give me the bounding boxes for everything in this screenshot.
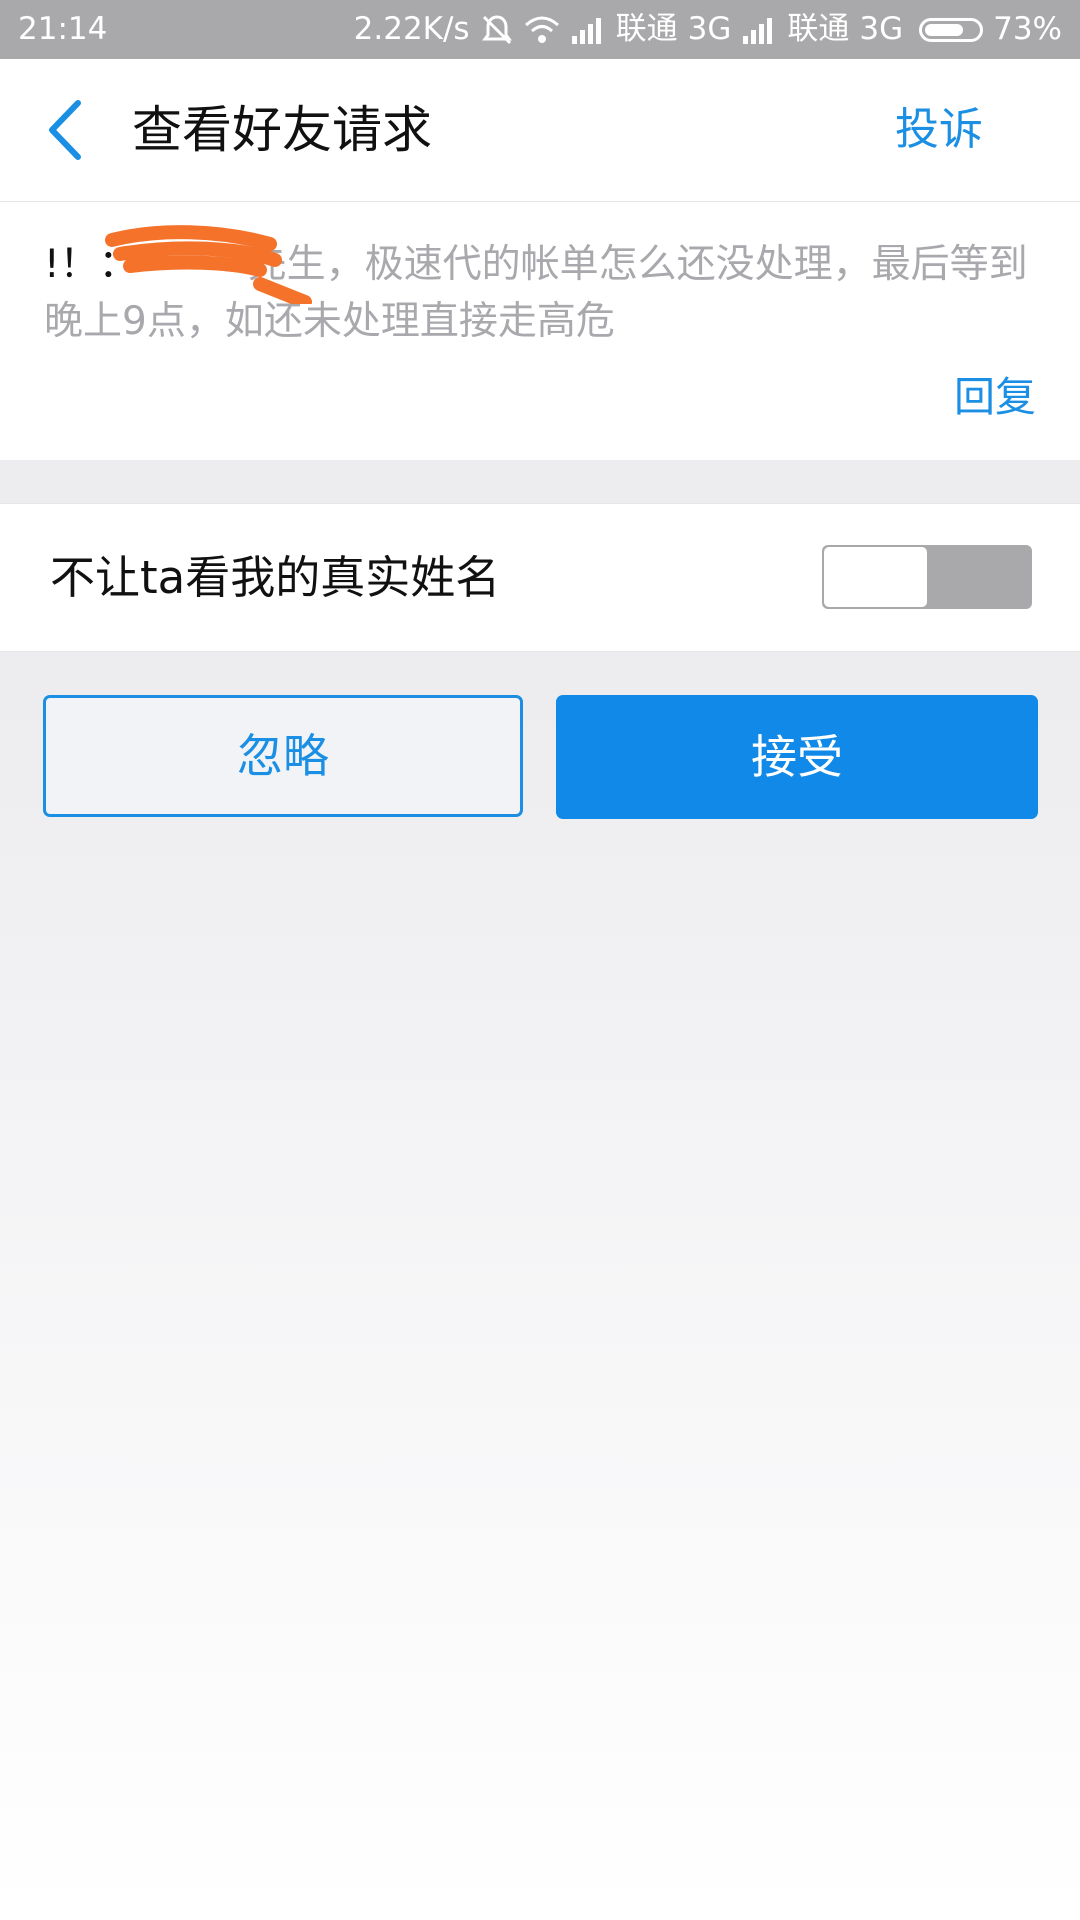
chevron-left-icon bbox=[49, 100, 81, 160]
network-type-1: 3G bbox=[687, 11, 732, 47]
battery-percent: 73% bbox=[993, 11, 1062, 47]
request-message: !！： 先生，极速代的帐单怎么还没处理，最后等到晚上9点，如还未处理直接走高危 bbox=[44, 236, 1034, 350]
back-button[interactable] bbox=[40, 97, 90, 163]
reply-button[interactable]: 回复 bbox=[954, 368, 1036, 426]
alarm-off-icon bbox=[480, 13, 514, 47]
signal-icon bbox=[570, 16, 606, 44]
toggle-knob bbox=[824, 547, 927, 607]
carrier-1: 联通 bbox=[615, 11, 678, 47]
hide-real-name-label: 不让ta看我的真实姓名 bbox=[50, 551, 501, 604]
status-right-group: 2.22K/s 联通 3G 联通 3G 73% bbox=[354, 0, 1062, 59]
signal-icon bbox=[741, 16, 777, 44]
complain-button[interactable]: 投诉 bbox=[895, 99, 983, 161]
request-message-card: !！： 先生，极速代的帐单怎么还没处理，最后等到晚上9点，如还未处理直接走高危 回… bbox=[0, 202, 1080, 460]
status-time: 21:14 bbox=[18, 11, 108, 47]
sender-prefix: !！： bbox=[44, 242, 138, 287]
accept-button[interactable]: 接受 bbox=[556, 695, 1038, 819]
carrier-2: 联通 bbox=[787, 11, 850, 47]
ignore-button[interactable]: 忽略 bbox=[43, 695, 523, 817]
battery-icon bbox=[919, 17, 984, 42]
status-bar: 21:14 2.22K/s 联通 3G 联通 3G 73% bbox=[0, 0, 1080, 59]
nav-bar: 查看好友请求 投诉 bbox=[0, 59, 1080, 202]
message-body: 先生，极速代的帐单怎么还没处理，最后等到晚上9点，如还未处理直接走高危 bbox=[44, 242, 1028, 344]
hide-real-name-toggle[interactable] bbox=[822, 545, 1032, 609]
battery-fill bbox=[925, 23, 964, 36]
hide-real-name-row: 不让ta看我的真实姓名 bbox=[0, 503, 1080, 652]
network-speed: 2.22K/s bbox=[353, 11, 470, 47]
wifi-icon bbox=[524, 15, 560, 45]
page-title: 查看好友请求 bbox=[132, 101, 432, 159]
network-type-2: 3G bbox=[859, 11, 904, 47]
